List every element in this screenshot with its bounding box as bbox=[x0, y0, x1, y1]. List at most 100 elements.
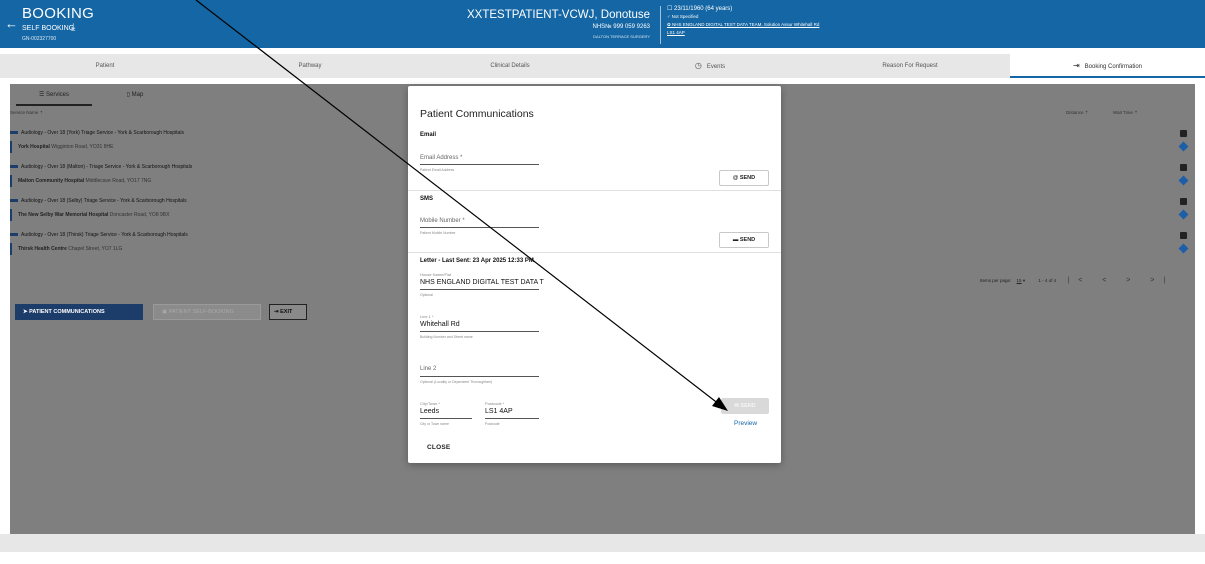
dialog-title: Patient Communications bbox=[420, 108, 534, 120]
patient-self-booking-button[interactable]: ▣ PATIENT SELF-BOOKING bbox=[153, 304, 261, 320]
postcode-label: Postcode * bbox=[485, 401, 505, 406]
tab-clinical-details[interactable]: Clinical Details bbox=[410, 54, 610, 78]
house-label: House Name/Flat bbox=[420, 272, 452, 277]
page-subtitle: SELF BOOKING bbox=[22, 25, 75, 32]
city-field[interactable] bbox=[420, 418, 472, 419]
app-header: ← BOOKING SELF BOOKING ⤓ GN-002327700 XX… bbox=[0, 0, 1205, 48]
col-wait-time[interactable]: Wait Time ⇡ bbox=[1113, 110, 1138, 116]
patient-organisation-link[interactable]: ✿ NHS ENGLAND DIGITAL TEST DATA TEAM, So… bbox=[667, 22, 819, 28]
patient-postcode-link[interactable]: LS1 4AP bbox=[667, 30, 685, 35]
location-address: Doncaster Road, YO8 9BX bbox=[108, 212, 170, 218]
location-name: Malton Community Hospital bbox=[18, 178, 85, 184]
map-label: Map bbox=[131, 92, 144, 98]
location-address: Middlecave Road, YO17 7NG bbox=[84, 178, 152, 184]
book-icon[interactable] bbox=[1180, 232, 1187, 239]
service-name: Audiology - Over 18 (Malton) - Triage Se… bbox=[21, 164, 193, 170]
divider bbox=[408, 190, 781, 191]
patient-communications-label: PATIENT COMMUNICATIONS bbox=[29, 309, 105, 315]
city-hint: City or Town name bbox=[420, 422, 449, 426]
items-per-page-select[interactable]: 15 bbox=[1017, 278, 1022, 283]
exit-icon: ⇥ bbox=[1072, 61, 1080, 70]
service-icon bbox=[10, 165, 18, 169]
mobile-field[interactable] bbox=[420, 227, 539, 228]
at-icon: @ bbox=[732, 175, 740, 181]
line1-field[interactable] bbox=[420, 331, 539, 332]
book-icon[interactable] bbox=[1180, 164, 1187, 171]
patient-communications-button[interactable]: ➤ PATIENT COMMUNICATIONS bbox=[15, 304, 143, 320]
main-tabs: Patient Pathway Clinical Details ◷ Events… bbox=[0, 54, 1205, 78]
patient-communications-dialog: Patient Communications Email Email Addre… bbox=[408, 86, 781, 463]
sms-send-label: SEND bbox=[739, 237, 756, 243]
surgery-name: DALTON TERRACE SURGERY bbox=[593, 34, 650, 39]
location-address: Chapel Street, YO7 1LG bbox=[66, 246, 123, 252]
patient-gender: ♂ Not Specified bbox=[667, 14, 699, 19]
tab-reason-for-request[interactable]: Reason For Request bbox=[810, 54, 1010, 78]
mobile-label: Mobile Number * bbox=[420, 218, 465, 224]
back-arrow-icon[interactable]: ← bbox=[5, 16, 18, 31]
tab-map[interactable]: ▯ Map bbox=[110, 84, 160, 106]
tab-label: Reason For Request bbox=[882, 63, 938, 69]
book-icon[interactable] bbox=[1180, 130, 1187, 137]
tab-label: Patient bbox=[95, 63, 115, 69]
city-value: Leeds bbox=[420, 408, 440, 415]
tab-booking-confirmation[interactable]: ⇥ Booking Confirmation bbox=[1010, 54, 1205, 78]
letter-section-title: Letter - Last Sent: 23 Apr 2025 12:33 PM bbox=[420, 258, 534, 264]
location-name: The New Selby War Memorial Hospital bbox=[18, 212, 109, 218]
tab-services[interactable]: ☰ Services bbox=[16, 84, 92, 106]
patient-dob: ☐ 23/11/1960 (64 years) bbox=[667, 6, 733, 12]
close-button[interactable]: CLOSE bbox=[427, 444, 450, 451]
tab-patient[interactable]: Patient bbox=[0, 54, 210, 78]
col-service-name[interactable]: Service Name ⇡ bbox=[10, 110, 43, 116]
house-hint: Optional bbox=[420, 293, 434, 297]
line1-hint: Building Number and Street name bbox=[420, 335, 473, 339]
preview-link[interactable]: Preview bbox=[734, 420, 757, 427]
patient-name: XXTESTPATIENT-VCWJ, Donotuse bbox=[467, 9, 650, 21]
tab-label: Events bbox=[706, 64, 726, 70]
city-label: City/Town * bbox=[420, 401, 441, 406]
paginator: Items per page: 15 ▾ 1 - 4 of 4 |< < > >… bbox=[980, 277, 1174, 284]
self-booking-icon: ▣ bbox=[162, 309, 169, 315]
items-per-page-label: Items per page: bbox=[980, 278, 1012, 283]
location-name: York Hospital bbox=[18, 144, 50, 150]
mobile-hint: Patient Mobile Number bbox=[420, 231, 456, 235]
email-field[interactable] bbox=[420, 164, 539, 165]
list-icon: ☰ bbox=[38, 92, 47, 98]
exit-button[interactable]: ⇥ EXIT bbox=[269, 304, 307, 320]
email-label: Email Address * bbox=[420, 155, 463, 161]
service-name: Audiology - Over 18 (York) Triage Servic… bbox=[21, 130, 184, 136]
chevron-down-icon[interactable]: ▾ bbox=[1023, 278, 1025, 283]
message-icon: ▬ bbox=[732, 237, 740, 243]
letter-send-button[interactable]: ✉ SEND bbox=[721, 398, 769, 414]
tab-events[interactable]: ◷ Events bbox=[610, 54, 810, 78]
tab-label: Clinical Details bbox=[490, 63, 530, 69]
line2-field[interactable] bbox=[420, 376, 539, 377]
download-icon[interactable]: ⤓ bbox=[71, 22, 75, 33]
history-icon: ◷ bbox=[694, 61, 702, 70]
house-field[interactable] bbox=[420, 289, 539, 290]
page-title: BOOKING bbox=[22, 5, 95, 22]
line1-value: Whitehall Rd bbox=[420, 321, 460, 328]
service-name: Audiology - Over 18 (Thirsk) Triage Serv… bbox=[21, 232, 188, 238]
location-address: Wigginton Road, YO31 8HE bbox=[49, 144, 114, 150]
pager-nav-icons[interactable]: |< < > >| bbox=[1067, 277, 1174, 284]
line2-hint: Optional (Locality or Dependent Thorough… bbox=[420, 380, 493, 384]
tab-label: Booking Confirmation bbox=[1084, 64, 1143, 70]
service-icon bbox=[10, 233, 18, 237]
email-send-button[interactable]: @ SEND bbox=[719, 170, 769, 186]
sms-send-button[interactable]: ▬ SEND bbox=[719, 232, 769, 248]
postcode-hint: Postcode bbox=[485, 422, 500, 426]
email-send-label: SEND bbox=[739, 175, 756, 181]
line2-label: Line 2 bbox=[420, 366, 437, 372]
booking-page: ← BOOKING SELF BOOKING ⤓ GN-002327700 XX… bbox=[0, 0, 1205, 564]
letter-send-label: SEND bbox=[740, 403, 756, 409]
patient-self-booking-label: PATIENT SELF-BOOKING bbox=[168, 309, 234, 315]
tab-label: Pathway bbox=[298, 63, 322, 69]
location-name: Thirsk Health Centre bbox=[18, 246, 67, 252]
postcode-field[interactable] bbox=[485, 418, 539, 419]
col-distance[interactable]: Distance ⇡ bbox=[1066, 110, 1089, 116]
postcode-value: LS1 4AP bbox=[485, 408, 513, 415]
book-icon[interactable] bbox=[1180, 198, 1187, 205]
page-range: 1 - 4 of 4 bbox=[1038, 278, 1057, 283]
tab-pathway[interactable]: Pathway bbox=[210, 54, 410, 78]
booking-id: GN-002327700 bbox=[22, 36, 57, 42]
